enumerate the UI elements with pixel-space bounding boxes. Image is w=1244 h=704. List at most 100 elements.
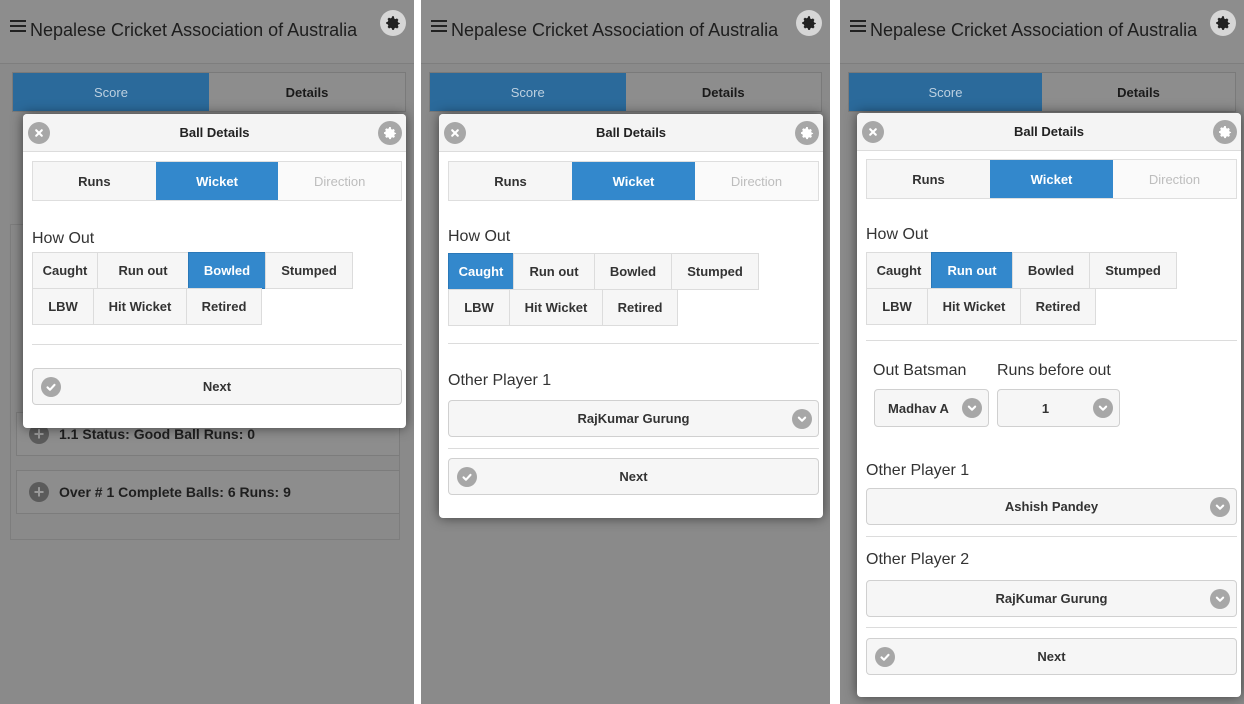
dialog-header: Ball Details bbox=[439, 114, 823, 152]
how-out-bowled[interactable]: Bowled bbox=[1012, 252, 1090, 289]
how-out-stumped[interactable]: Stumped bbox=[265, 252, 353, 289]
how-out-stumped[interactable]: Stumped bbox=[671, 253, 759, 290]
how-out-options: Caught Run out Bowled Stumped LBW Hit Wi… bbox=[32, 252, 353, 325]
out-batsman-select[interactable]: Madhav A bbox=[874, 389, 989, 427]
next-button-label: Next bbox=[202, 379, 232, 394]
other-player-1-label: Other Player 1 bbox=[448, 372, 552, 389]
how-out-lbw[interactable]: LBW bbox=[866, 288, 928, 325]
tab-score[interactable]: Score bbox=[430, 73, 626, 111]
how-out-hit-wicket[interactable]: Hit Wicket bbox=[509, 289, 603, 326]
screenshot-stage: Nepalese Cricket Association of Australi… bbox=[0, 0, 1244, 704]
other-player-1-select[interactable]: Ashish Pandey bbox=[866, 488, 1237, 525]
runs-before-out-select[interactable]: 1 bbox=[997, 389, 1120, 427]
chevron-down-icon bbox=[792, 409, 812, 429]
settings-gear-icon[interactable] bbox=[380, 10, 406, 36]
divider bbox=[448, 448, 819, 449]
other-player-1-value: RajKumar Gurung bbox=[577, 411, 690, 426]
tab-runs[interactable]: Runs bbox=[449, 162, 572, 200]
tab-runs[interactable]: Runs bbox=[867, 160, 990, 198]
how-out-retired[interactable]: Retired bbox=[602, 289, 678, 326]
how-out-retired[interactable]: Retired bbox=[186, 288, 262, 325]
close-icon[interactable] bbox=[862, 121, 884, 143]
tab-score[interactable]: Score bbox=[849, 73, 1042, 111]
how-out-options: Caught Run out Bowled Stumped LBW Hit Wi… bbox=[866, 252, 1177, 325]
hamburger-menu-icon[interactable] bbox=[850, 20, 866, 34]
how-out-bowled[interactable]: Bowled bbox=[594, 253, 672, 290]
next-button[interactable]: Next bbox=[866, 638, 1237, 675]
tab-direction[interactable]: Direction bbox=[278, 162, 402, 200]
settings-gear-icon[interactable] bbox=[1210, 10, 1236, 36]
app-title: Nepalese Cricket Association of Australi… bbox=[870, 20, 1198, 40]
app-title: Nepalese Cricket Association of Australi… bbox=[30, 20, 358, 40]
how-out-lbw[interactable]: LBW bbox=[448, 289, 510, 326]
other-player-1-label: Other Player 1 bbox=[866, 462, 970, 479]
ball-details-dialog: Ball Details Runs Wicket Direction How O… bbox=[857, 113, 1241, 697]
next-button[interactable]: Next bbox=[32, 368, 402, 405]
tab-details[interactable]: Details bbox=[625, 73, 821, 111]
next-button-label: Next bbox=[1037, 649, 1066, 664]
tab-wicket[interactable]: Wicket bbox=[990, 160, 1113, 198]
dialog-settings-icon[interactable] bbox=[1213, 120, 1237, 144]
list-item[interactable]: + Over # 1 Complete Balls: 6 Runs: 9 bbox=[16, 470, 400, 514]
ball-detail-tabs: Runs Wicket Direction bbox=[32, 161, 402, 201]
list-item-label: 1.1 Status: Good Ball Runs: 0 bbox=[59, 426, 256, 442]
tab-runs[interactable]: Runs bbox=[33, 162, 156, 200]
tab-wicket[interactable]: Wicket bbox=[155, 162, 279, 200]
how-out-lbw[interactable]: LBW bbox=[32, 288, 94, 325]
how-out-retired[interactable]: Retired bbox=[1020, 288, 1096, 325]
runs-before-out-value: 1 bbox=[1041, 400, 1050, 416]
how-out-run-out[interactable]: Run out bbox=[931, 252, 1013, 289]
how-out-label: How Out bbox=[448, 228, 511, 245]
dialog-settings-icon[interactable] bbox=[795, 121, 819, 145]
dialog-title: Ball Details bbox=[595, 125, 667, 140]
app-header: Nepalese Cricket Association of Australi… bbox=[840, 0, 1244, 64]
main-tabs: Score Details bbox=[848, 72, 1236, 112]
ball-detail-tabs: Runs Wicket Direction bbox=[866, 159, 1237, 199]
how-out-hit-wicket[interactable]: Hit Wicket bbox=[927, 288, 1021, 325]
tab-direction[interactable]: Direction bbox=[695, 162, 818, 200]
how-out-run-out[interactable]: Run out bbox=[513, 253, 595, 290]
plus-icon: + bbox=[29, 482, 49, 502]
divider bbox=[866, 627, 1237, 628]
other-player-1-select[interactable]: RajKumar Gurung bbox=[448, 400, 819, 437]
how-out-hit-wicket[interactable]: Hit Wicket bbox=[93, 288, 187, 325]
how-out-stumped[interactable]: Stumped bbox=[1089, 252, 1177, 289]
check-icon bbox=[875, 647, 895, 667]
out-batsman-label: Out Batsman bbox=[873, 362, 967, 379]
other-player-1-value: Ashish Pandey bbox=[1004, 499, 1099, 514]
tab-direction[interactable]: Direction bbox=[1113, 160, 1236, 198]
main-tabs: Score Details bbox=[12, 72, 406, 112]
how-out-bowled[interactable]: Bowled bbox=[188, 252, 266, 289]
panel-bowled: Nepalese Cricket Association of Australi… bbox=[0, 0, 414, 704]
chevron-down-icon bbox=[1210, 589, 1230, 609]
ball-details-dialog: Ball Details Runs Wicket Direction How O… bbox=[439, 114, 823, 518]
other-player-2-label: Other Player 2 bbox=[866, 551, 970, 568]
how-out-caught[interactable]: Caught bbox=[32, 252, 98, 289]
how-out-caught[interactable]: Caught bbox=[448, 253, 514, 290]
next-button[interactable]: Next bbox=[448, 458, 819, 495]
tab-details[interactable]: Details bbox=[1042, 73, 1235, 111]
panel-caught: Nepalese Cricket Association of Australi… bbox=[421, 0, 830, 704]
settings-gear-icon[interactable] bbox=[796, 10, 822, 36]
runs-before-out-label: Runs before out bbox=[997, 362, 1111, 379]
hamburger-menu-icon[interactable] bbox=[431, 20, 447, 34]
dialog-title: Ball Details bbox=[179, 125, 250, 140]
other-player-2-select[interactable]: RajKumar Gurung bbox=[866, 580, 1237, 617]
tab-score[interactable]: Score bbox=[13, 73, 209, 111]
next-button-label: Next bbox=[619, 469, 648, 484]
close-icon[interactable] bbox=[28, 122, 50, 144]
tab-details[interactable]: Details bbox=[209, 73, 405, 111]
how-out-options: Caught Run out Bowled Stumped LBW Hit Wi… bbox=[448, 253, 759, 326]
chevron-down-icon bbox=[962, 398, 982, 418]
how-out-caught[interactable]: Caught bbox=[866, 252, 932, 289]
how-out-run-out[interactable]: Run out bbox=[97, 252, 189, 289]
app-header: Nepalese Cricket Association of Australi… bbox=[0, 0, 414, 64]
dialog-header: Ball Details bbox=[23, 114, 406, 152]
hamburger-menu-icon[interactable] bbox=[10, 20, 26, 34]
close-icon[interactable] bbox=[444, 122, 466, 144]
dialog-title: Ball Details bbox=[1013, 124, 1085, 139]
chevron-down-icon bbox=[1093, 398, 1113, 418]
tab-wicket[interactable]: Wicket bbox=[572, 162, 695, 200]
dialog-settings-icon[interactable] bbox=[378, 121, 402, 145]
app-header: Nepalese Cricket Association of Australi… bbox=[421, 0, 830, 64]
